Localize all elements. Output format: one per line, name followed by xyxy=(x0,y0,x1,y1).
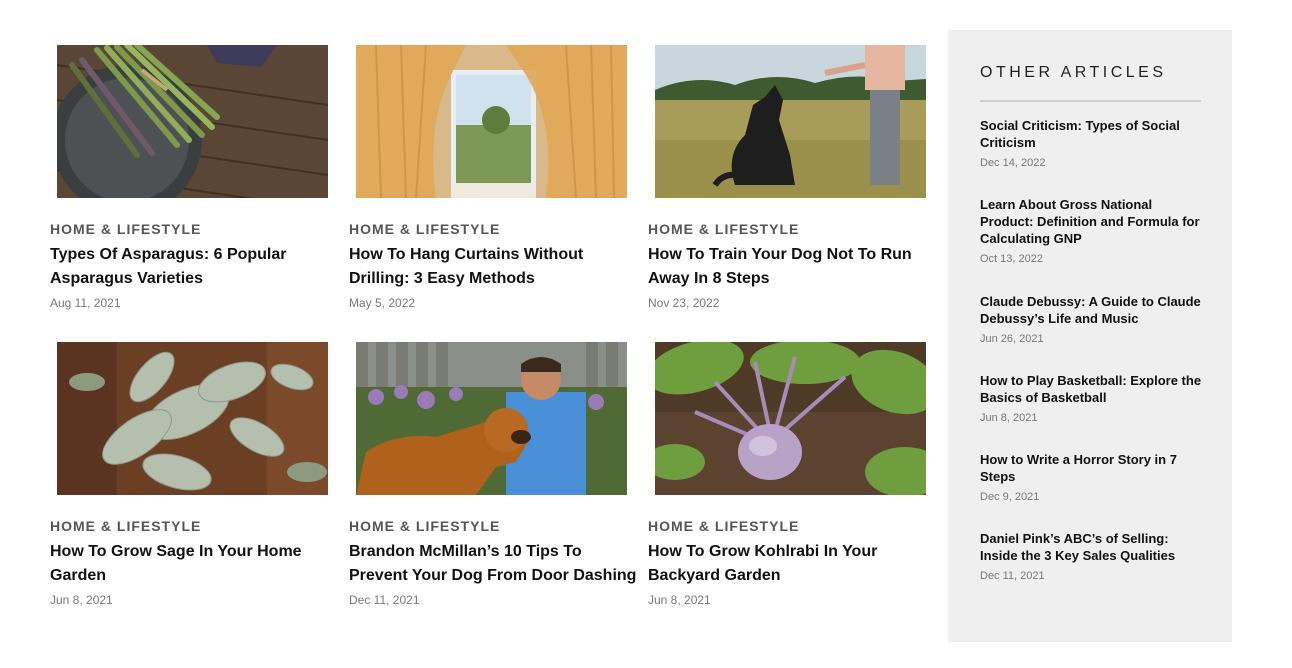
sidebar-article: How to Play Basketball: Explore the Basi… xyxy=(980,372,1205,424)
man-with-golden-retriever-photo xyxy=(356,342,627,495)
sidebar-article-date: Dec 9, 2021 xyxy=(980,491,1040,503)
curtains-window-photo xyxy=(356,45,627,198)
article-date: Dec 11, 2021 xyxy=(349,593,420,607)
sidebar-article-date: Oct 13, 2022 xyxy=(980,253,1043,265)
article-date: May 5, 2022 xyxy=(349,296,416,310)
article-date: Jun 8, 2021 xyxy=(50,593,113,607)
sidebar-article-title[interactable]: Daniel Pink’s ABC’s of Selling: Inside t… xyxy=(980,530,1205,564)
asparagus-photo xyxy=(57,45,328,198)
sidebar-article: Claude Debussy: A Guide to Claude Debuss… xyxy=(980,293,1205,345)
article-thumbnail[interactable] xyxy=(356,342,627,495)
sidebar-article-title[interactable]: How to Write a Horror Story in 7 Steps xyxy=(980,451,1205,485)
article-title[interactable]: How To Grow Sage In Your Home Garden xyxy=(50,540,340,588)
sidebar-article-date: Dec 14, 2022 xyxy=(980,157,1046,169)
sidebar-article-date: Dec 11, 2021 xyxy=(980,570,1045,582)
article-category[interactable]: HOME & LIFESTYLE xyxy=(50,221,201,237)
article-category[interactable]: HOME & LIFESTYLE xyxy=(50,518,201,534)
sidebar-article: Social Criticism: Types of Social Critic… xyxy=(980,117,1205,169)
sidebar-article: Learn About Gross National Product: Defi… xyxy=(980,196,1205,265)
sidebar-article-title[interactable]: How to Play Basketball: Explore the Basi… xyxy=(980,372,1205,406)
article-date: Nov 23, 2022 xyxy=(648,296,720,310)
sidebar-article-date: Jun 8, 2021 xyxy=(980,412,1038,424)
article-title[interactable]: How To Train Your Dog Not To Run Away In… xyxy=(648,243,938,291)
article-thumbnail[interactable] xyxy=(655,342,926,495)
article-title[interactable]: Brandon McMillan’s 10 Tips To Prevent Yo… xyxy=(349,540,639,588)
article-category[interactable]: HOME & LIFESTYLE xyxy=(648,518,799,534)
sidebar-heading: OTHER ARTICLES xyxy=(980,64,1167,81)
sage-plant-photo xyxy=(57,342,328,495)
article-title[interactable]: Types Of Asparagus: 6 Popular Asparagus … xyxy=(50,243,340,291)
article-thumbnail[interactable] xyxy=(356,45,627,198)
article-category[interactable]: HOME & LIFESTYLE xyxy=(648,221,799,237)
article-date: Aug 11, 2021 xyxy=(50,296,121,310)
article-thumbnail[interactable] xyxy=(57,342,328,495)
article-thumbnail[interactable] xyxy=(57,45,328,198)
article-thumbnail[interactable] xyxy=(655,45,926,198)
sidebar-article-title[interactable]: Claude Debussy: A Guide to Claude Debuss… xyxy=(980,293,1205,327)
sidebar-article-title[interactable]: Learn About Gross National Product: Defi… xyxy=(980,196,1205,247)
article-category[interactable]: HOME & LIFESTYLE xyxy=(349,518,500,534)
article-title[interactable]: How To Grow Kohlrabi In Your Backyard Ga… xyxy=(648,540,938,588)
other-articles-sidebar: OTHER ARTICLES Social Criticism: Types o… xyxy=(948,30,1232,642)
sidebar-article: Daniel Pink’s ABC’s of Selling: Inside t… xyxy=(980,530,1205,582)
article-date: Jun 8, 2021 xyxy=(648,593,711,607)
sidebar-divider xyxy=(980,100,1201,102)
sidebar-article-date: Jun 26, 2021 xyxy=(980,333,1044,345)
sidebar-article-title[interactable]: Social Criticism: Types of Social Critic… xyxy=(980,117,1205,151)
kohlrabi-photo xyxy=(655,342,926,495)
article-title[interactable]: How To Hang Curtains Without Drilling: 3… xyxy=(349,243,639,291)
article-category[interactable]: HOME & LIFESTYLE xyxy=(349,221,500,237)
dog-training-photo xyxy=(655,45,926,198)
sidebar-article: How to Write a Horror Story in 7 Steps D… xyxy=(980,451,1205,503)
